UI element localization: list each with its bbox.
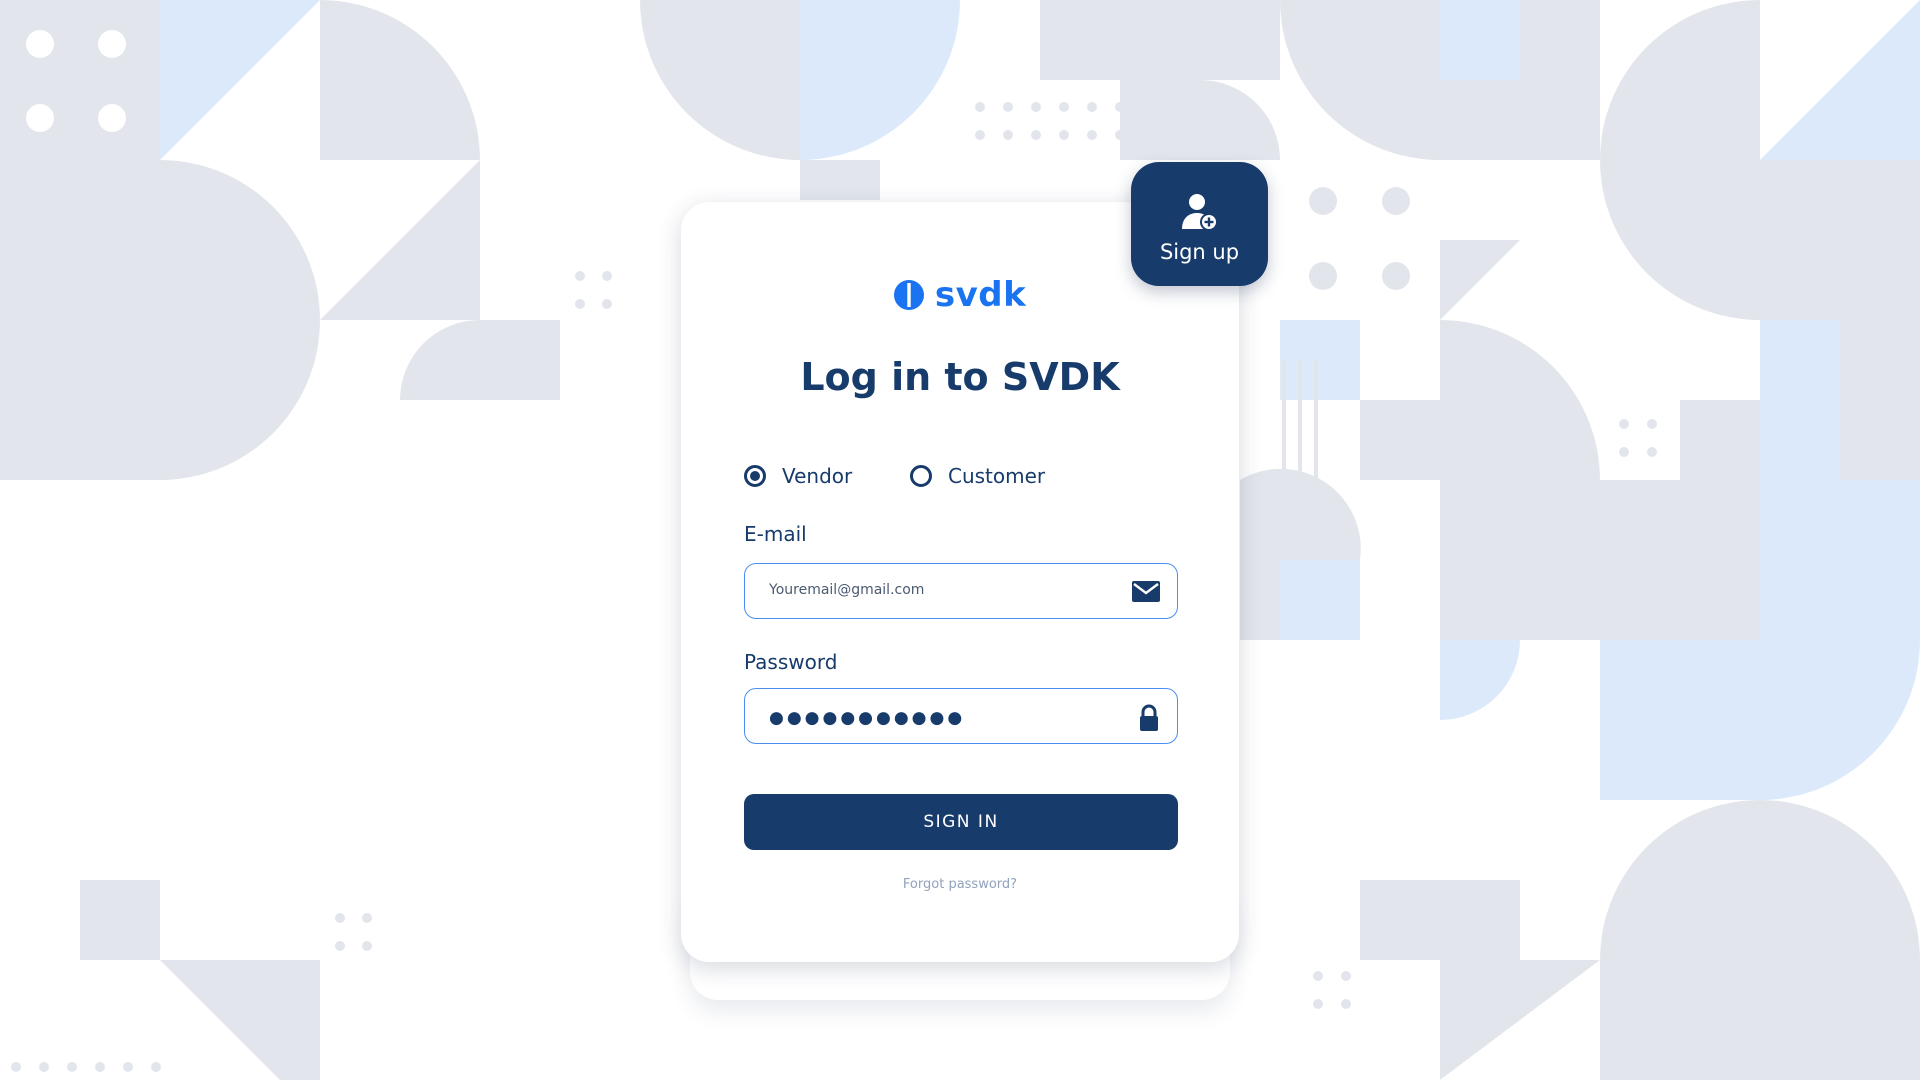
radio-customer[interactable]: Customer bbox=[910, 464, 1045, 488]
brand-name: svdk bbox=[934, 275, 1027, 315]
email-field[interactable]: Youremail@gmail.com bbox=[744, 563, 1178, 619]
radio-selected-icon[interactable] bbox=[744, 465, 766, 487]
add-user-icon bbox=[1179, 192, 1219, 236]
radio-vendor[interactable]: Vendor bbox=[744, 464, 852, 488]
email-label: E-mail bbox=[744, 522, 807, 546]
password-masked-value: ●●●●●●●●●●● bbox=[769, 708, 966, 728]
radio-vendor-label: Vendor bbox=[782, 464, 853, 488]
email-placeholder: Youremail@gmail.com bbox=[769, 582, 925, 598]
password-field[interactable]: ●●●●●●●●●●● bbox=[744, 688, 1178, 744]
forgot-password-link[interactable]: Forgot password? bbox=[681, 877, 1239, 892]
login-card: svdk Log in to SVDK Vendor Customer E-ma… bbox=[681, 202, 1239, 962]
sign-in-button[interactable]: SIGN IN bbox=[744, 794, 1178, 850]
mail-icon bbox=[1131, 578, 1161, 608]
page-title: Log in to SVDK bbox=[800, 355, 1120, 399]
radio-unselected-icon[interactable] bbox=[910, 465, 932, 487]
sign-up-label: Sign up bbox=[1159, 240, 1240, 264]
svdk-logo-icon bbox=[893, 280, 924, 310]
password-label: Password bbox=[744, 650, 838, 674]
sign-up-button[interactable]: Sign up bbox=[1131, 162, 1268, 286]
radio-customer-label: Customer bbox=[948, 464, 1046, 488]
lock-icon bbox=[1137, 703, 1161, 737]
